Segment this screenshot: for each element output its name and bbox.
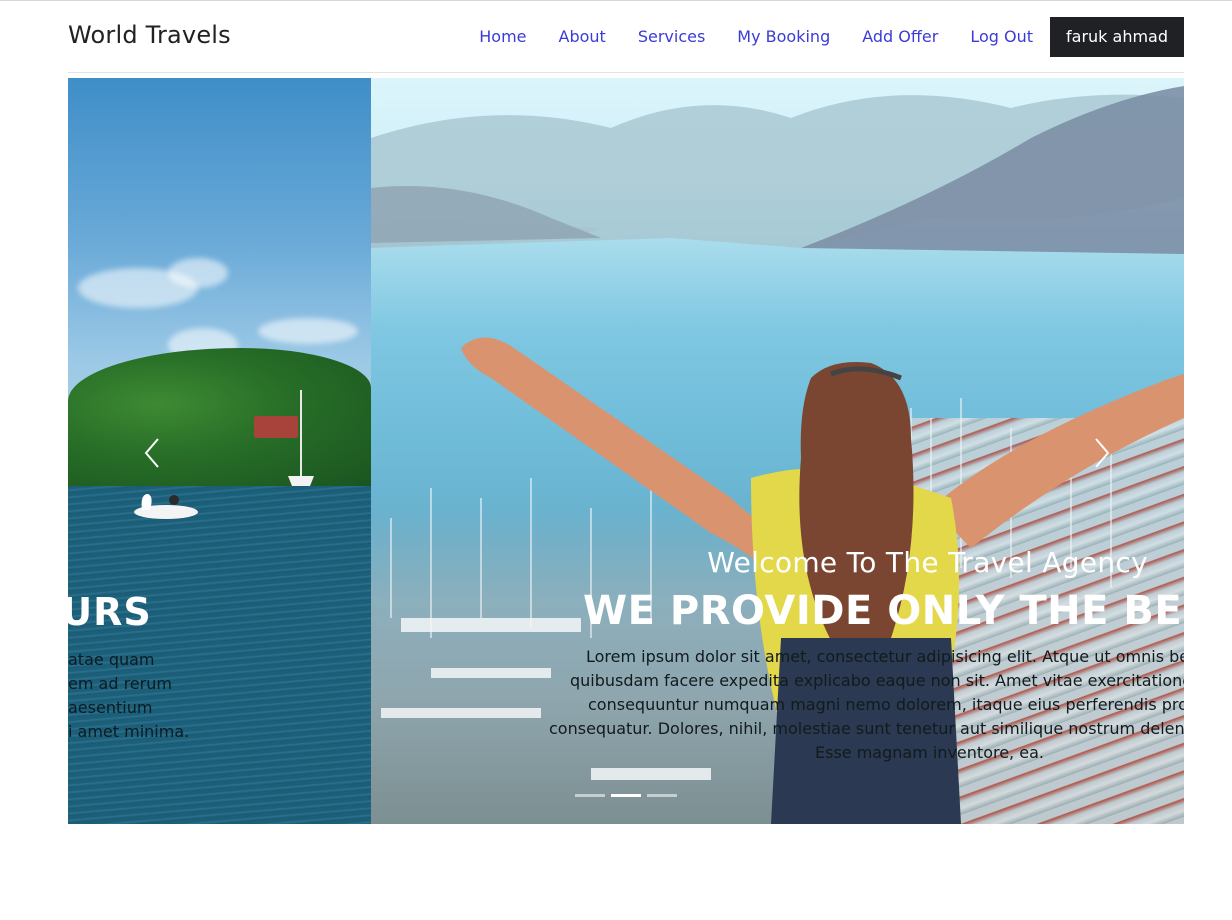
nav-services-link[interactable]: Services bbox=[638, 17, 705, 57]
cloud-decoration bbox=[168, 258, 228, 288]
carousel-prev-button[interactable] bbox=[138, 433, 168, 473]
user-name-button[interactable]: faruk ahmad bbox=[1050, 17, 1184, 57]
carousel-indicator[interactable] bbox=[575, 794, 605, 797]
previous-slide-text-line: atae quam bbox=[68, 650, 155, 669]
caption-text-line: quibusdam facere expedita explicabo eaqu… bbox=[570, 671, 1184, 690]
hero-carousel: OURS atae quam em ad rerum aesentium i a… bbox=[68, 78, 1184, 824]
previous-slide-text-line: em ad rerum bbox=[68, 674, 172, 693]
sailboat-image bbox=[288, 390, 314, 486]
chevron-left-icon bbox=[144, 438, 159, 468]
navbar: World Travels Home About Services My Boo… bbox=[68, 1, 1184, 73]
carousel-next-button[interactable] bbox=[1086, 433, 1116, 473]
nav-my-booking-link[interactable]: My Booking bbox=[737, 17, 830, 57]
caption-title: WE PROVIDE ONLY THE BEST TO bbox=[583, 588, 1184, 634]
carousel-indicator[interactable] bbox=[647, 794, 677, 797]
carousel-indicators bbox=[575, 794, 683, 797]
previous-slide-text-line: aesentium bbox=[68, 698, 153, 717]
caption-text-line: Esse magnam inventore, ea. bbox=[815, 743, 1044, 762]
carousel-caption: Welcome To The Travel Agency WE PROVIDE … bbox=[371, 78, 1184, 824]
brand-logo-text[interactable]: World Travels bbox=[68, 21, 231, 49]
caption-text-line: consequatur. Dolores, nihil, molestiae s… bbox=[549, 719, 1184, 738]
nav-about-link[interactable]: About bbox=[559, 17, 606, 57]
cloud-decoration bbox=[258, 318, 358, 344]
carousel-slide-previous: OURS atae quam em ad rerum aesentium i a… bbox=[68, 78, 371, 824]
caption-text-line: Lorem ipsum dolor sit amet, consectetur … bbox=[586, 647, 1184, 666]
caption-subtitle: Welcome To The Travel Agency bbox=[707, 546, 1148, 579]
carousel-indicator-active[interactable] bbox=[611, 794, 641, 797]
previous-slide-heading: OURS bbox=[68, 590, 152, 634]
nav-add-offer-link[interactable]: Add Offer bbox=[862, 17, 938, 57]
swan-pedal-boat-image bbox=[134, 494, 198, 519]
chevron-right-icon bbox=[1095, 438, 1110, 468]
caption-text-line: consequuntur numquam magni nemo dolorem,… bbox=[588, 695, 1184, 714]
main-nav: Home About Services My Booking Add Offer… bbox=[447, 17, 1184, 57]
previous-slide-text-line: i amet minima. bbox=[68, 722, 190, 741]
forest-hill-image bbox=[68, 348, 371, 488]
nav-logout-link[interactable]: Log Out bbox=[970, 17, 1033, 57]
nav-home-link[interactable]: Home bbox=[479, 17, 526, 57]
